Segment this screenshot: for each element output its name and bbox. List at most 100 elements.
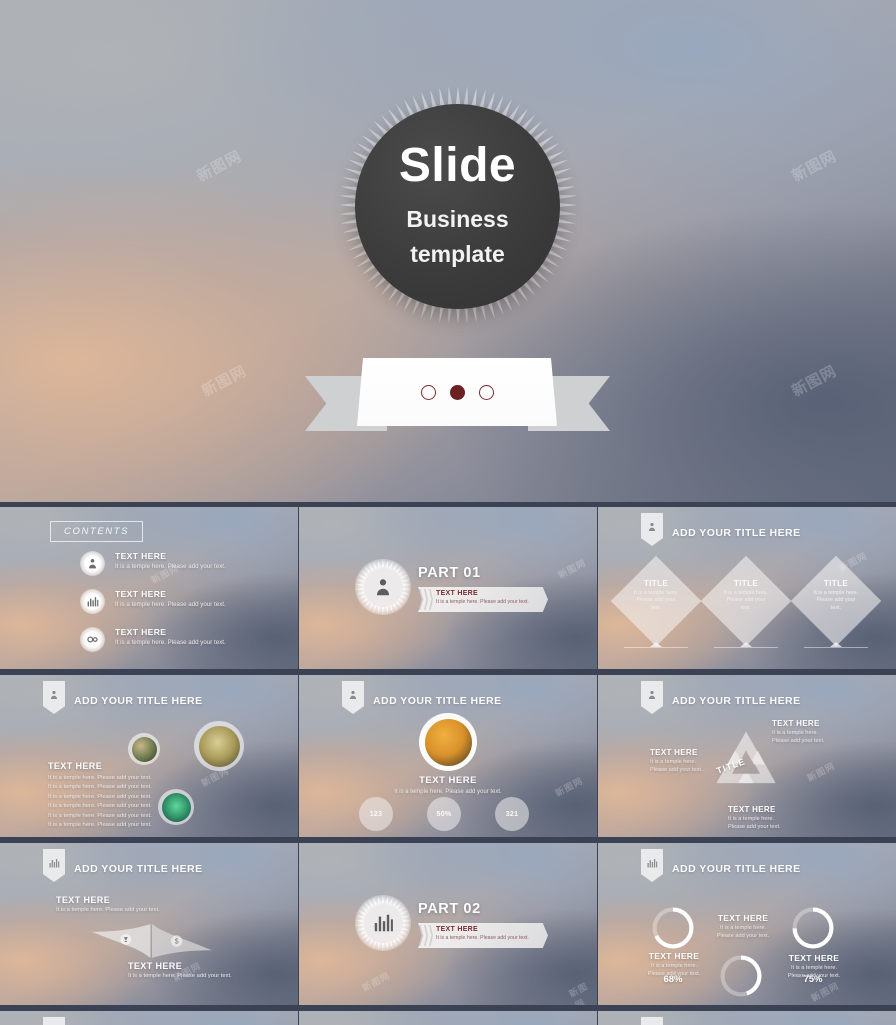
contents-item-text: TEXT HERE It is a temple here. Please ad…: [115, 551, 226, 570]
slide-title-label: ADD YOUR TITLE HERE: [74, 862, 203, 875]
starburst-icon: [355, 895, 411, 951]
slide-title-label: ADD YOUR TITLE HERE: [672, 526, 801, 539]
part-icon-wrap: [355, 895, 411, 951]
gears-icon: [80, 627, 105, 652]
title-badge: Slide Business template: [355, 104, 560, 309]
slide-title-banner: ADD YOUR TITLE HERE: [641, 681, 801, 714]
diamond-text: TITLE It is a temple here. Please add you…: [723, 579, 769, 611]
contents-item[interactable]: TEXT HERE It is a temple here. Please ad…: [80, 627, 226, 652]
watermark: 新图网: [360, 970, 392, 994]
chart-icon: [80, 589, 105, 614]
contents-item-text: TEXT HERE It is a temple here. Please ad…: [115, 589, 226, 608]
slide-thumb-part-01[interactable]: PART 01 TEXT HERE It is a temple here. P…: [299, 502, 597, 669]
photo-circles-text: TEXT HERE It is a temple here. Please ad…: [48, 761, 152, 828]
slide-thumb-row4-c[interactable]: ADD YOUR TITLE HERE: [598, 1006, 896, 1025]
donut-value: 45%: [718, 1004, 764, 1005]
circle-outline-icon: [420, 384, 436, 400]
chart-icon: [641, 1017, 663, 1025]
person-icon: [641, 513, 663, 546]
person-icon: [641, 681, 663, 714]
slide-thumb-part-02[interactable]: PART 02 TEXT HERE It is a temple here. P…: [299, 838, 597, 1005]
watermark: 新图网: [556, 557, 588, 581]
part-title: PART 01: [418, 565, 481, 581]
watermark: 新图网: [789, 362, 840, 401]
slide-title-banner: ADD YOUR TITLE HERE: [641, 849, 801, 882]
contents-item[interactable]: TEXT HERE It is a temple here. Please ad…: [80, 551, 226, 576]
part-title: PART 02: [418, 901, 481, 917]
donut-label: TEXT HERE It is a temple here. Please add…: [647, 951, 701, 977]
diamond-text: TITLE It is a temple here. Please add you…: [633, 579, 679, 611]
slide-thumb-diamonds[interactable]: ADD YOUR TITLE HERE TITLE It is a temple…: [598, 502, 896, 669]
svg-text:$: $: [175, 939, 179, 946]
chart-icon: [43, 849, 65, 882]
part-icon-wrap: [355, 559, 411, 615]
chart-icon: [641, 849, 663, 882]
circle-outline-icon: [478, 384, 494, 400]
slide-thumb-donuts[interactable]: ADD YOUR TITLE HERE 68% TEXT HERE It is …: [598, 838, 896, 1005]
donut-chart-68: 68%: [650, 905, 696, 985]
dollar-icon: $: [170, 935, 183, 947]
watermark: 新图网: [805, 760, 837, 784]
cycle-label: TEXT HERE It is a temple here. Please add…: [650, 748, 703, 773]
slide-thumb-bowtie[interactable]: ADD YOUR TITLE HERE $ TEXT HERE It is a …: [0, 838, 298, 1005]
circle-filled-icon: [449, 384, 465, 400]
person-icon: [43, 681, 65, 714]
slide-title-banner: ADD YOUR TITLE HERE: [641, 1017, 801, 1025]
chart-icon: [43, 1017, 65, 1025]
arrow-up-icon: [804, 642, 868, 648]
slide-thumb-row4-a[interactable]: ADD YOUR TITLE HERE: [0, 1006, 298, 1025]
arrow-up-icon: [624, 642, 688, 648]
diamond-text: TITLE It is a temple here. Please add you…: [813, 579, 859, 611]
stat-pill[interactable]: 321: [495, 797, 529, 831]
lightbulb-icon: [120, 934, 132, 945]
slide-thumb-photo-circles[interactable]: ADD YOUR TITLE HERE TEXT HERE It is a te…: [0, 670, 298, 837]
badge-subtitle: Business template: [406, 206, 509, 267]
donut-center-label: TEXT HERE It is a temple here. Please add…: [716, 913, 770, 939]
slide-title-banner: ADD YOUR TITLE HERE: [43, 849, 203, 882]
chevron-right-icon: [419, 925, 433, 946]
bowtie-shape: $: [92, 924, 212, 958]
chevron-right-icon: [419, 589, 433, 610]
contents-item-text: TEXT HERE It is a temple here. Please ad…: [115, 627, 226, 646]
starburst-icon: [355, 559, 411, 615]
badge-main-title: Slide: [398, 139, 517, 192]
slide-title-banner: ADD YOUR TITLE HERE: [342, 681, 502, 714]
feature-photo-circle[interactable]: [419, 713, 477, 771]
slide-title-label: ADD YOUR TITLE HERE: [672, 862, 801, 875]
stat-pill[interactable]: 50%: [427, 797, 461, 831]
slide-title-banner: ADD YOUR TITLE HERE: [43, 1017, 203, 1025]
slide-title-label: ADD YOUR TITLE HERE: [672, 694, 801, 707]
watermark: 新图网: [194, 147, 245, 186]
part-banner: TEXT HERE It is a temple here. Please ad…: [418, 923, 548, 948]
bowtie-label-top: TEXT HERE It is a temple here. Please ad…: [56, 895, 160, 913]
contents-item[interactable]: TEXT HERE It is a temple here. Please ad…: [80, 589, 226, 614]
contents-label: CONTENTS: [50, 521, 144, 542]
slide-thumb-cycle[interactable]: ADD YOUR TITLE HERE TITLE TEXT HERE It i…: [598, 670, 896, 837]
slide-thumb-row4-b[interactable]: [299, 1006, 597, 1025]
ribbon-body: [357, 358, 557, 426]
person-icon: [80, 551, 105, 576]
stat-pill[interactable]: 123: [359, 797, 393, 831]
slide-title-label: ADD YOUR TITLE HERE: [74, 694, 203, 707]
watermark: 新图网: [567, 980, 590, 1005]
donut-chart-75: 75%: [790, 905, 836, 985]
donut-chart-45: 45%: [718, 953, 764, 999]
part-banner: TEXT HERE It is a temple here. Please ad…: [418, 587, 548, 612]
donut-label: TEXT HERE It is a temple here. Please add…: [787, 953, 841, 979]
ribbon-banner: [305, 358, 610, 440]
photo-circle[interactable]: [158, 789, 194, 825]
slide-title-banner: ADD YOUR TITLE HERE: [641, 513, 801, 546]
slide-thumb-contents[interactable]: CONTENTS TEXT HERE It is a temple here. …: [0, 502, 298, 669]
slide-thumb-circle-stats[interactable]: ADD YOUR TITLE HERE TEXT HERE It is a te…: [299, 670, 597, 837]
arrow-up-icon: [714, 642, 778, 648]
person-icon: [342, 681, 364, 714]
cycle-label: TEXT HERE It is a temple here. Please add…: [728, 805, 781, 830]
hero-slide: Slide Business template 新图网 新图网 新图网 新图网: [0, 0, 896, 502]
circle-stats-text: TEXT HERE It is a temple here. Please ad…: [394, 775, 502, 795]
photo-circle[interactable]: [194, 721, 244, 771]
slide-title-banner: ADD YOUR TITLE HERE: [43, 681, 203, 714]
watermark: 新图网: [789, 147, 840, 186]
slide-title-label: ADD YOUR TITLE HERE: [373, 694, 502, 707]
watermark: 新图网: [199, 362, 250, 401]
cycle-label: TEXT HERE It is a temple here. Please add…: [772, 719, 825, 744]
